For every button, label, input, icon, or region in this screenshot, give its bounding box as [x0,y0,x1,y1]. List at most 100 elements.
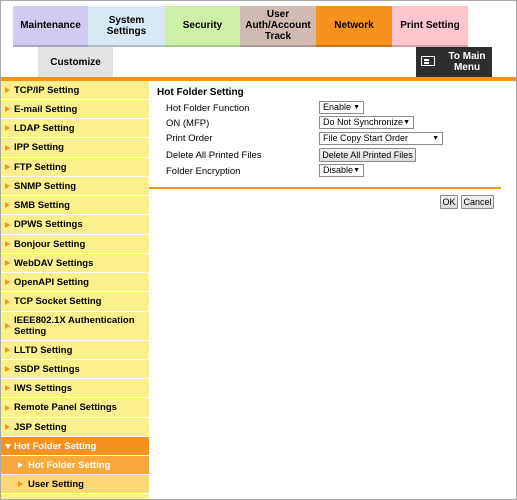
tab-user-auth-account-track[interactable]: User Auth/Account Track [240,6,316,47]
tab-maintenance[interactable]: Maintenance [13,6,88,47]
ok-button[interactable]: OK [440,195,458,209]
sidebar-item-label: SNMP Setting [14,180,77,192]
triangle-right-icon [5,144,10,151]
sidebar-item-smb[interactable]: SMB Setting [1,196,149,215]
tab-label: User Auth/Account Track [245,9,311,42]
to-main-menu-button[interactable]: To Main Menu [416,47,492,77]
triangle-right-icon [5,106,10,112]
sidebar-item-remote-panel[interactable]: Remote Panel Settings [1,398,149,418]
hot-folder-function-label: Hot Folder Function [166,103,250,114]
sidebar-item-label: FTP Setting [14,161,67,173]
sidebar: TCP/IP Setting E-mail Setting LDAP Setti… [1,81,149,499]
caret-down-icon: ▼ [353,104,360,111]
sidebar-item-lltd[interactable]: LLTD Setting [1,341,149,360]
sidebar-footer [1,494,149,499]
sidebar-item-dpws[interactable]: DPWS Settings [1,215,149,235]
sidebar-item-label: Remote Panel Settings [14,402,117,413]
triangle-right-icon [5,366,10,372]
sidebar-item-label: WebDAV Settings [14,257,94,269]
sidebar-item-webdav[interactable]: WebDAV Settings [1,254,149,273]
sidebar-item-email[interactable]: E-mail Setting [1,100,149,119]
hot-folder-function-select[interactable]: Enable ▼ [319,101,364,114]
caret-down-icon: ▼ [432,135,439,142]
tab-label-line: Track [264,31,292,42]
triangle-right-icon [5,260,10,266]
sidebar-item-label: E-mail Setting [14,103,78,115]
tab-system-settings[interactable]: System Settings [88,6,165,47]
sidebar-item-label: LDAP Setting [14,122,75,134]
sidebar-item-label: IPP Setting [14,142,64,153]
sidebar-item-label: TCP/IP Setting [14,84,80,96]
sidebar-item-label: Hot Folder Setting [14,440,97,452]
sidebar-item-ldap[interactable]: LDAP Setting [1,119,149,138]
caret-down-icon: ▼ [353,167,360,174]
sidebar-item-hot-folder[interactable]: Hot Folder Setting [1,437,149,456]
triangle-right-icon [5,125,10,131]
sidebar-item-bonjour[interactable]: Bonjour Setting [1,235,149,254]
print-order-label: Print Order [166,133,213,144]
sidebar-item-ftp[interactable]: FTP Setting [1,158,149,177]
sidebar-item-label: TCP Socket Setting [14,296,102,307]
tab-security[interactable]: Security [165,6,240,47]
content-divider [149,187,501,189]
triangle-right-icon [5,404,10,411]
sidebar-item-iws[interactable]: IWS Settings [1,379,149,398]
triangle-right-icon [5,323,10,329]
sidebar-item-label: Bonjour Setting [14,238,86,250]
sidebar-subitem-user-setting[interactable]: User Setting [1,475,149,494]
delete-all-printed-files-button[interactable]: Delete All Printed Files [319,148,416,162]
sidebar-item-openapi[interactable]: OpenAPI Setting [1,273,149,292]
select-value: Do Not Synchronize [323,117,404,127]
sidebar-item-label: LLTD Setting [14,344,73,356]
sidebar-item-label: JSP Setting [14,421,67,433]
tab-print-setting[interactable]: Print Setting [392,6,468,47]
triangle-right-icon [18,481,23,487]
app-window: Maintenance System Settings Security Use… [0,0,517,500]
sidebar-item-ipp[interactable]: IPP Setting [1,138,149,158]
sidebar-item-label: DPWS Settings [14,219,83,230]
to-main-menu-line: To Main [448,51,486,62]
sidebar-item-label: SSDP Settings [14,363,80,375]
folder-encryption-label: Folder Encryption [166,166,241,177]
sidebar-item-label: User Setting [28,478,84,490]
select-value: Enable [323,102,352,112]
triangle-right-icon [5,385,10,391]
tab-network[interactable]: Network [316,6,392,47]
delete-printed-files-label: Delete All Printed Files [166,150,262,161]
sidebar-item-jsp[interactable]: JSP Setting [1,418,149,437]
tab-label-line: User [266,9,290,20]
sidebar-item-label: SMB Setting [14,199,70,211]
triangle-right-icon [5,202,10,208]
on-mfp-label: ON (MFP) [166,118,210,129]
tab-customize[interactable]: Customize [38,47,113,77]
tab-label-line: Auth/Account [245,20,311,31]
sidebar-item-label: IWS Settings [14,382,73,394]
sidebar-item-snmp[interactable]: SNMP Setting [1,177,149,196]
on-mfp-select[interactable]: Do Not Synchronize ▼ [319,116,414,129]
triangle-right-icon [5,347,10,353]
to-main-menu-label: To Main Menu [444,51,490,73]
triangle-right-icon [5,298,10,305]
triangle-right-icon [5,221,10,228]
sidebar-subitem-hot-folder-setting[interactable]: Hot Folder Setting [1,456,149,475]
triangle-right-icon [5,183,10,189]
triangle-right-icon [5,241,10,247]
menu-icon [421,56,435,66]
sidebar-item-tcp-socket[interactable]: TCP Socket Setting [1,292,149,312]
sidebar-item-ssdp[interactable]: SSDP Settings [1,360,149,379]
triangle-right-icon [5,87,10,93]
page-title: Hot Folder Setting [157,87,244,98]
sidebar-item-label: OpenAPI Setting [14,276,89,288]
triangle-right-icon [5,164,10,170]
select-value: File Copy Start Order [323,133,409,143]
cancel-button[interactable]: Cancel [461,195,494,209]
sidebar-item-label: IEEE802.1X Authentication Setting [14,315,135,337]
caret-down-icon: ▼ [403,119,410,126]
select-value: Disable [323,165,354,175]
sidebar-item-ieee8021x[interactable]: IEEE802.1X Authentication Setting [1,312,149,341]
folder-encryption-select[interactable]: Disable ▼ [319,164,364,177]
sidebar-item-tcp-ip[interactable]: TCP/IP Setting [1,81,149,100]
print-order-select[interactable]: File Copy Start Order ▼ [319,132,443,145]
to-main-menu-line: Menu [453,62,481,73]
triangle-right-icon [5,424,10,430]
